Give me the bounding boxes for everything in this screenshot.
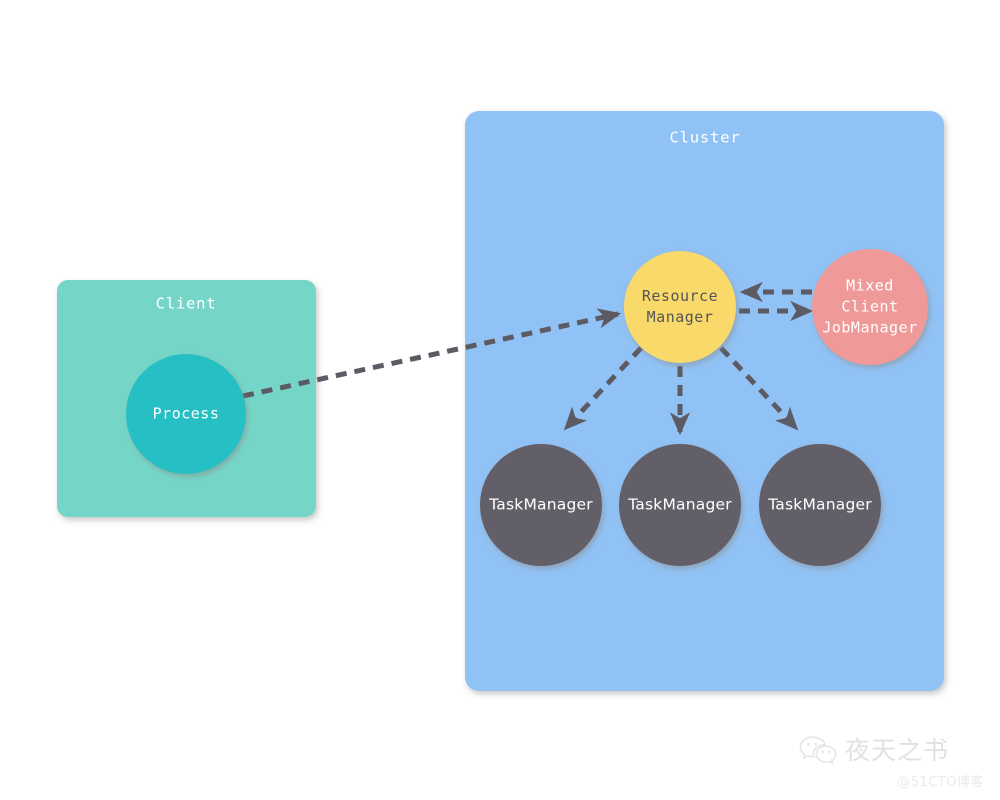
diagram-canvas: Client Cluster Process Resource Manager Mixe… (0, 0, 1000, 800)
container-cluster: Cluster (465, 111, 944, 691)
node-task-manager-3: TaskManager (759, 444, 881, 566)
container-client-label: Client (156, 295, 217, 313)
node-process-label-line-0: Process (153, 405, 220, 423)
node-resource-manager-label-line-1: Manager (647, 308, 714, 326)
container-cluster-label: Cluster (670, 129, 741, 147)
node-resource-manager: Resource Manager (624, 251, 736, 363)
node-task-manager-1: TaskManager (480, 444, 602, 566)
container-cluster-box (465, 111, 944, 691)
node-task-manager-2: TaskManager (619, 444, 741, 566)
architecture-diagram: Client Cluster Process Resource Manager Mixe… (57, 111, 944, 691)
node-resource-manager-label-line-0: Resource (642, 287, 718, 305)
node-task-manager-1-label-line-0: TaskManager (488, 496, 593, 514)
node-task-manager-3-label-line-0: TaskManager (767, 496, 872, 514)
node-process: Process (126, 354, 246, 474)
node-mixed-client-jobmanager-label-line-1: Client (841, 298, 898, 316)
node-task-manager-2-label-line-0: TaskManager (627, 496, 732, 514)
node-resource-manager-circle (624, 251, 736, 363)
node-mixed-client-jobmanager-label-line-0: Mixed (846, 277, 894, 295)
node-mixed-client-jobmanager: Mixed Client JobManager (812, 249, 928, 365)
node-mixed-client-jobmanager-label-line-2: JobManager (822, 319, 917, 337)
